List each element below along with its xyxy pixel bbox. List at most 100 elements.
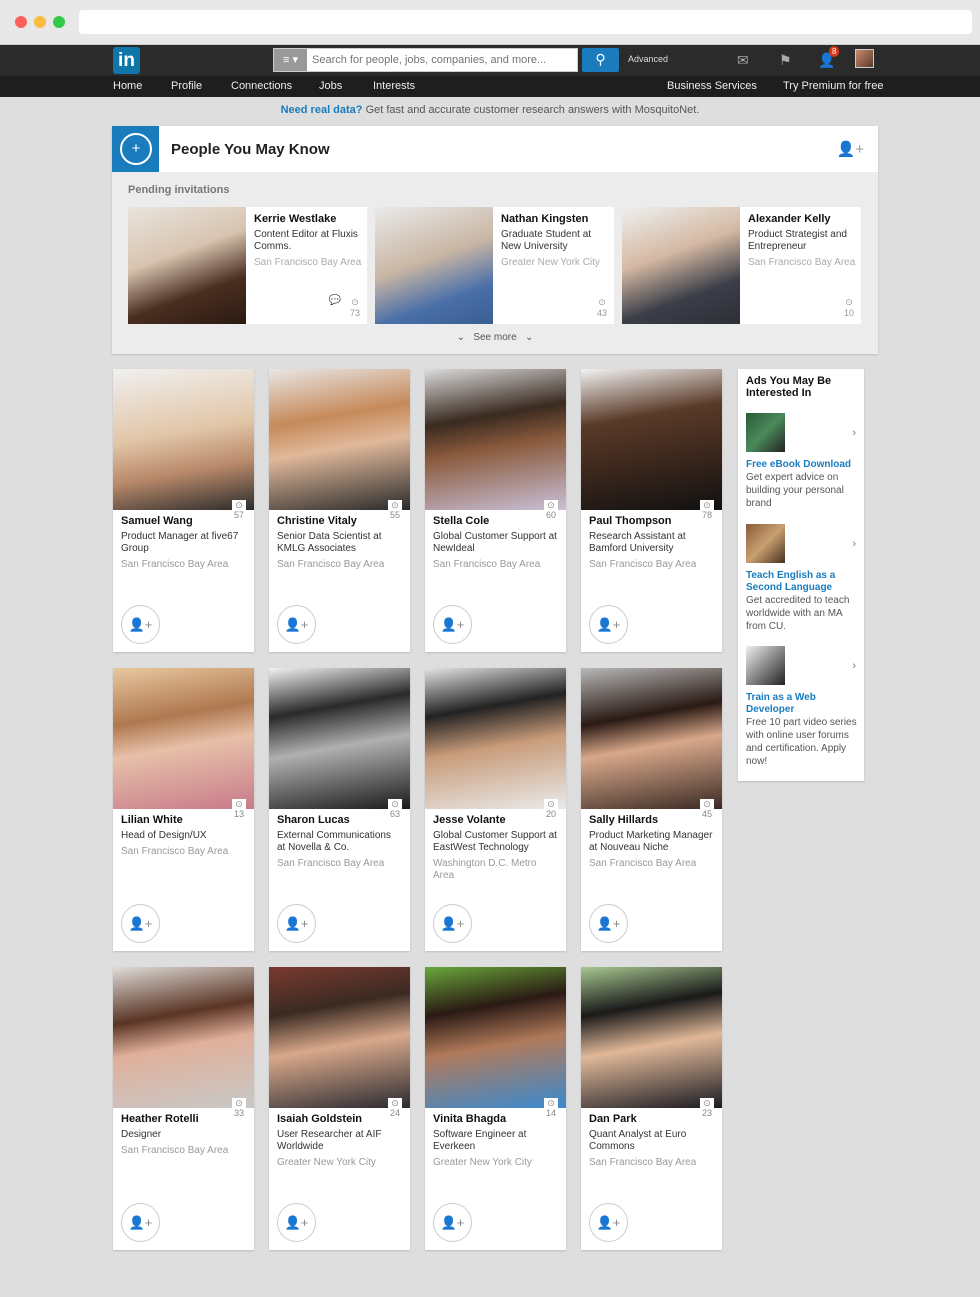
shared-connections-count: ⊙ 45 — [700, 799, 714, 819]
person-card[interactable]: ⊙ 20 Jesse Volante Global Customer Suppor… — [425, 668, 566, 951]
ad-headline[interactable]: Teach English as a Second Language — [746, 570, 858, 594]
nav-connections[interactable]: Connections — [231, 80, 292, 92]
person-name[interactable]: Heather Rotelli — [121, 1113, 199, 1125]
profile-avatar[interactable] — [855, 49, 874, 68]
connect-button[interactable]: 👤+ — [121, 605, 160, 644]
invitation-card[interactable]: Kerrie Westlake Content Editor at Fluxis… — [128, 207, 367, 324]
person-title: Global Customer Support at NewIdeal — [433, 531, 557, 554]
linkedin-logo[interactable]: in — [113, 47, 140, 74]
ad-thumbnail — [746, 646, 785, 685]
connect-button[interactable]: 👤+ — [433, 605, 472, 644]
person-card[interactable]: ⊙ 63 Sharon Lucas External Communications… — [269, 668, 410, 951]
person-name[interactable]: Sharon Lucas — [277, 814, 350, 826]
invitation-photo — [375, 207, 493, 324]
invitation-name[interactable]: Kerrie Westlake — [254, 213, 336, 225]
connect-button[interactable]: 👤+ — [589, 904, 628, 943]
invitation-location: San Francisco Bay Area — [254, 257, 362, 268]
add-person-icon: 👤+ — [596, 617, 621, 632]
connect-button[interactable]: 👤+ — [121, 904, 160, 943]
ad-headline[interactable]: Free eBook Download — [746, 459, 858, 471]
invitation-card[interactable]: Alexander Kelly Product Strategist and E… — [622, 207, 861, 324]
person-name[interactable]: Jesse Volante — [433, 814, 506, 826]
ad-headline[interactable]: Train as a Web Developer — [746, 692, 858, 716]
connect-button[interactable]: 👤+ — [433, 1203, 472, 1242]
person-name[interactable]: Isaiah Goldstein — [277, 1113, 362, 1125]
person-card[interactable]: ⊙ 13 Lilian White Head of Design/UX San F… — [113, 668, 254, 951]
person-photo — [113, 668, 254, 809]
ad-item[interactable]: › Teach English as a Second Language Get… — [746, 524, 858, 633]
invitation-card[interactable]: Nathan Kingsten Graduate Student at New … — [375, 207, 614, 324]
person-name[interactable]: Christine Vitaly — [277, 515, 357, 527]
message-icon[interactable]: 💬 — [329, 295, 341, 306]
person-name[interactable]: Sally Hillards — [589, 814, 658, 826]
add-people-icon: + — [120, 133, 152, 165]
nav-jobs[interactable]: Jobs — [319, 80, 342, 92]
flag-icon[interactable]: ⚑ — [779, 52, 792, 68]
person-card[interactable]: ⊙ 45 Sally Hillards Product Marketing Man… — [581, 668, 722, 951]
person-card[interactable]: ⊙ 78 Paul Thompson Research Assistant at … — [581, 369, 722, 652]
nav-interests[interactable]: Interests — [373, 80, 415, 92]
invitation-name[interactable]: Nathan Kingsten — [501, 213, 588, 225]
person-photo — [113, 369, 254, 510]
person-name[interactable]: Paul Thompson — [589, 515, 672, 527]
person-card[interactable]: ⊙ 33 Heather Rotelli Designer San Francis… — [113, 967, 254, 1250]
person-location: San Francisco Bay Area — [121, 846, 229, 857]
ad-thumbnail — [746, 413, 785, 452]
person-location: Washington D.C. Metro Area — [433, 858, 537, 881]
promo-banner-link[interactable]: Need real data? — [281, 104, 363, 116]
invitation-photo — [128, 207, 246, 324]
minimize-window-button[interactable] — [34, 16, 46, 28]
person-title: Product Marketing Manager at Nouveau Nic… — [589, 830, 713, 853]
person-title: Designer — [121, 1129, 162, 1140]
person-card[interactable]: ⊙ 57 Samuel Wang Product Manager at five6… — [113, 369, 254, 652]
invitation-name[interactable]: Alexander Kelly — [748, 213, 831, 225]
messages-icon[interactable]: ✉ — [737, 52, 749, 68]
add-person-icon: 👤+ — [284, 916, 309, 931]
chevron-right-icon: › — [852, 538, 856, 550]
person-name[interactable]: Vinita Bhagda — [433, 1113, 506, 1125]
pending-invitations-label: Pending invitations — [128, 184, 230, 196]
search-category-menu[interactable]: ≡ ▾ — [274, 49, 307, 71]
person-location: San Francisco Bay Area — [589, 858, 697, 869]
close-window-button[interactable] — [15, 16, 27, 28]
person-name[interactable]: Dan Park — [589, 1113, 637, 1125]
connect-button[interactable]: 👤+ — [433, 904, 472, 943]
person-name[interactable]: Samuel Wang — [121, 515, 193, 527]
connect-button[interactable]: 👤+ — [589, 605, 628, 644]
maximize-window-button[interactable] — [53, 16, 65, 28]
add-person-icon: 👤+ — [284, 1215, 309, 1230]
nav-try-premium[interactable]: Try Premium for free — [783, 80, 883, 92]
shared-connections-count: ⊙ 63 — [388, 799, 402, 819]
add-contact-icon[interactable]: 👤+ — [837, 140, 864, 158]
connect-button[interactable]: 👤+ — [277, 1203, 316, 1242]
connect-button[interactable]: 👤+ — [121, 1203, 160, 1242]
person-card[interactable]: ⊙ 23 Dan Park Quant Analyst at Euro Commo… — [581, 967, 722, 1250]
shared-connections-count: ⊙ 23 — [700, 1098, 714, 1118]
chevron-right-icon: › — [852, 660, 856, 672]
pymk-badge: + — [112, 126, 159, 172]
person-card[interactable]: ⊙ 14 Vinita Bhagda Software Engineer at E… — [425, 967, 566, 1250]
see-more-button[interactable]: ⌄ See more ⌄ — [112, 332, 878, 343]
person-card[interactable]: ⊙ 60 Stella Cole Global Customer Support … — [425, 369, 566, 652]
connect-button[interactable]: 👤+ — [277, 904, 316, 943]
shared-connections-count: ⊙ 57 — [232, 500, 246, 520]
person-card[interactable]: ⊙ 55 Christine Vitaly Senior Data Scienti… — [269, 369, 410, 652]
search-input[interactable] — [312, 49, 574, 71]
nav-business-services[interactable]: Business Services — [667, 80, 757, 92]
chevron-right-icon: › — [852, 427, 856, 439]
nav-home[interactable]: Home — [113, 80, 142, 92]
person-name[interactable]: Lilian White — [121, 814, 183, 826]
nav-profile[interactable]: Profile — [171, 80, 202, 92]
person-title: User Researcher at AIF Worldwide — [277, 1129, 382, 1152]
person-card[interactable]: ⊙ 24 Isaiah Goldstein User Researcher at … — [269, 967, 410, 1250]
advanced-search-link[interactable]: Advanced — [628, 54, 668, 64]
ad-item[interactable]: › Free eBook Download Get expert advice … — [746, 413, 858, 510]
shared-connections-count: ⊙ 13 — [232, 799, 246, 819]
search-button[interactable]: ⚲ — [582, 48, 619, 72]
person-name[interactable]: Stella Cole — [433, 515, 489, 527]
connect-button[interactable]: 👤+ — [589, 1203, 628, 1242]
connect-button[interactable]: 👤+ — [277, 605, 316, 644]
address-bar[interactable] — [79, 10, 972, 34]
ad-item[interactable]: › Train as a Web Developer Free 10 part … — [746, 646, 858, 768]
shared-connections-count: ⊙ 33 — [232, 1098, 246, 1118]
